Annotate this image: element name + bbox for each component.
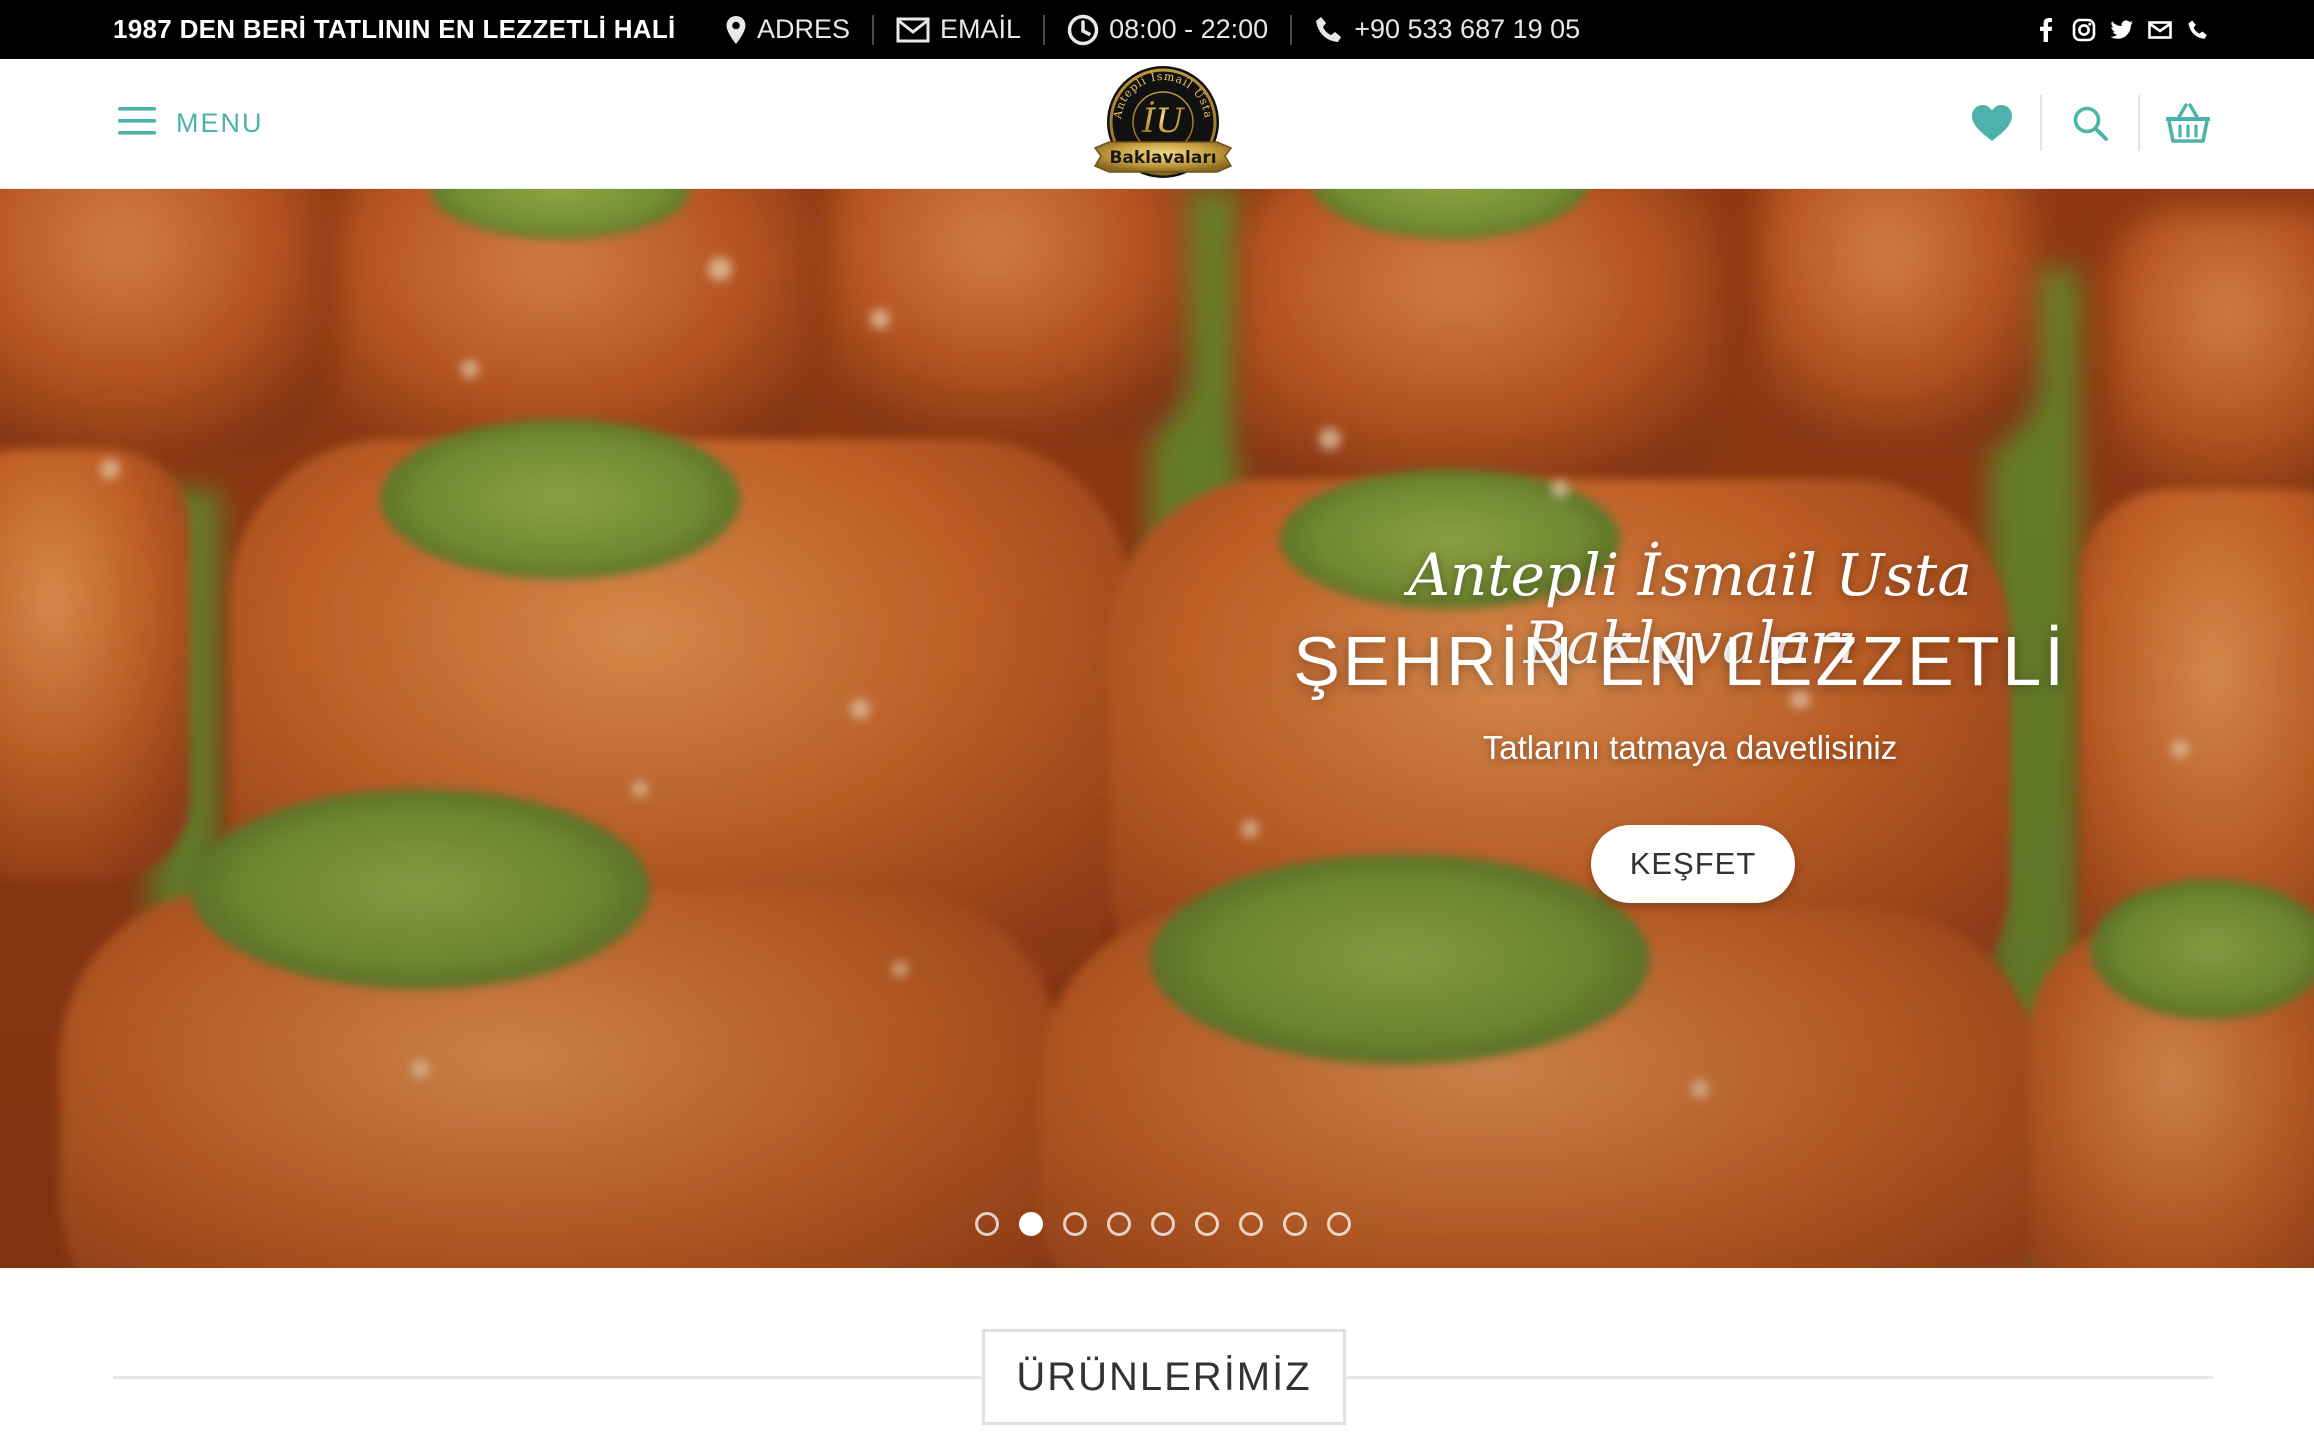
slider-dot-1[interactable]	[975, 1212, 999, 1236]
hero-slider: Antepli İsmail Usta Baklavaları ŞEHRİN E…	[0, 189, 2314, 1268]
instagram-icon[interactable]	[2072, 18, 2096, 42]
slider-dot-7[interactable]	[1239, 1212, 1263, 1236]
phone-icon[interactable]	[2186, 18, 2210, 42]
envelope-icon[interactable]	[2148, 18, 2172, 42]
top-bar: 1987 DEN BERİ TATLININ EN LEZZETLİ HALİ …	[0, 0, 2314, 59]
slider-dot-8[interactable]	[1283, 1212, 1307, 1236]
social-links	[2034, 0, 2210, 59]
slider-dot-6[interactable]	[1195, 1212, 1219, 1236]
site-header: MENU Antepli İsmail Usta İU Baklavaları	[0, 59, 2314, 189]
search-icon[interactable]	[2060, 93, 2120, 153]
email-link[interactable]: EMAİL	[896, 14, 1021, 45]
map-pin-icon	[725, 15, 747, 45]
contact-info: ADRES EMAİL 08:00 - 22:00 +90 533 687 19…	[725, 0, 1580, 59]
logo-monogram: İU	[1141, 101, 1185, 141]
basket-icon[interactable]	[2158, 93, 2218, 153]
divider	[2040, 95, 2042, 151]
menu-label: MENU	[176, 107, 264, 138]
heart-icon[interactable]	[1962, 93, 2022, 153]
email-label: EMAİL	[940, 14, 1022, 44]
slider-dot-4[interactable]	[1107, 1212, 1131, 1236]
hours-info: 08:00 - 22:00	[1067, 14, 1268, 46]
logo-banner-text: Baklavaları	[1109, 148, 1216, 168]
header-actions	[1962, 93, 2218, 153]
divider	[2138, 95, 2140, 151]
slider-dot-2[interactable]	[1019, 1212, 1043, 1236]
phone-number: +90 533 687 19 05	[1354, 14, 1581, 44]
facebook-icon[interactable]	[2034, 17, 2058, 42]
slider-dots	[975, 1211, 1351, 1237]
hours-text: 08:00 - 22:00	[1109, 14, 1269, 44]
site-logo[interactable]: Antepli İsmail Usta İU Baklavaları	[1089, 62, 1237, 186]
phone-icon	[1314, 15, 1344, 45]
twitter-icon[interactable]	[2110, 18, 2134, 42]
slider-dot-5[interactable]	[1151, 1212, 1175, 1236]
hero-title: ŞEHRİN EN LEZZETLİ	[1293, 622, 2067, 700]
divider	[1043, 14, 1046, 45]
divider	[1290, 14, 1293, 45]
hamburger-icon	[116, 104, 158, 143]
hero-subtitle: Tatlarını tatmaya davetlisiniz	[1482, 729, 1898, 766]
products-heading: ÜRÜNLERİMİZ	[982, 1329, 1346, 1425]
envelope-icon	[896, 17, 930, 43]
address-label: ADRES	[757, 14, 851, 44]
slider-dot-9[interactable]	[1327, 1212, 1351, 1236]
tagline: 1987 DEN BERİ TATLININ EN LEZZETLİ HALİ	[113, 14, 676, 44]
slider-dot-3[interactable]	[1063, 1212, 1087, 1236]
divider	[872, 14, 875, 45]
menu-button[interactable]: MENU	[116, 103, 264, 143]
discover-button[interactable]: KEŞFET	[1591, 825, 1795, 903]
clock-icon	[1067, 14, 1099, 46]
phone-link[interactable]: +90 533 687 19 05	[1314, 14, 1580, 45]
address-link[interactable]: ADRES	[725, 14, 850, 45]
